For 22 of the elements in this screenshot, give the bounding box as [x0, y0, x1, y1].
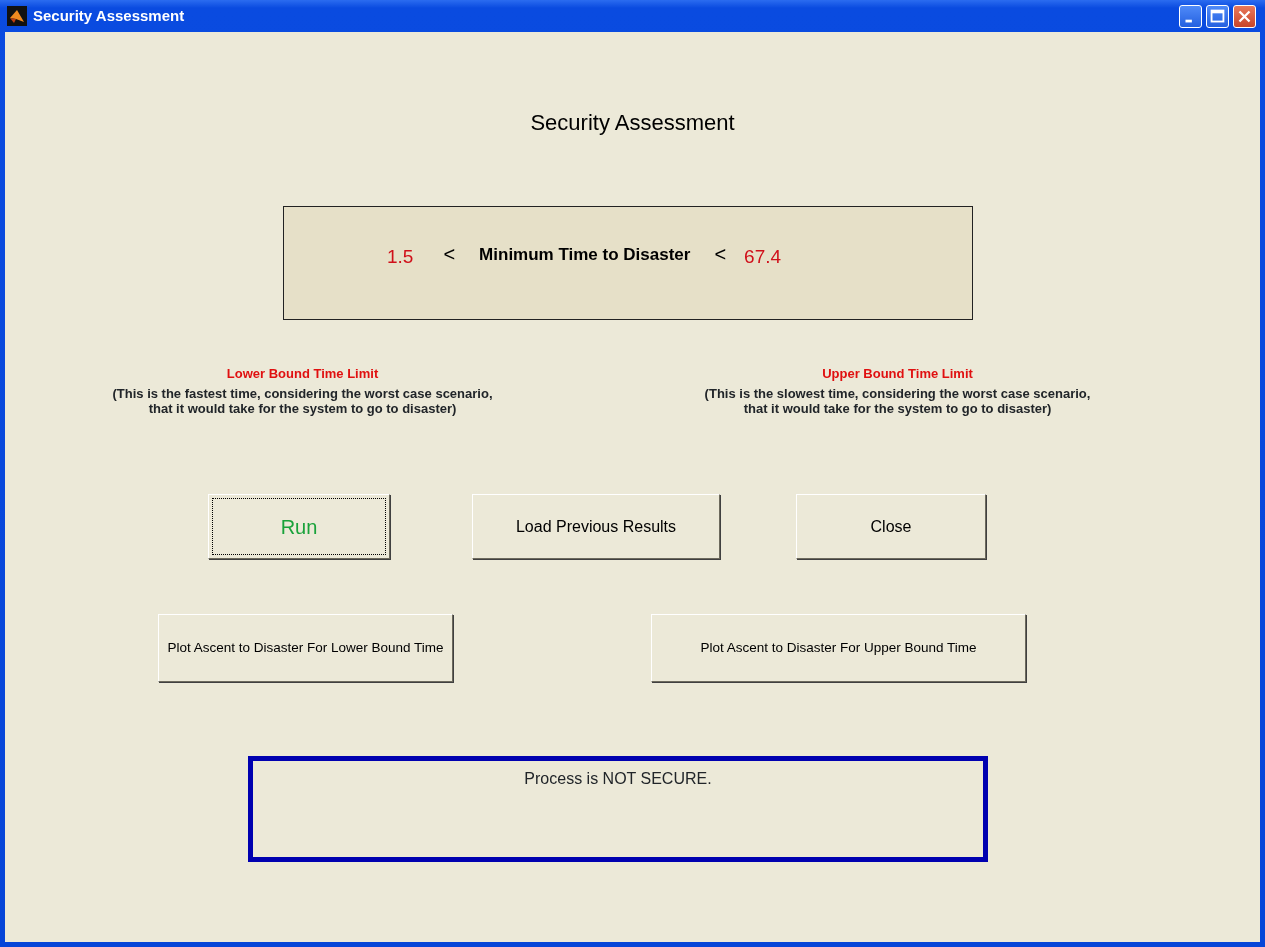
status-message: Process is NOT SECURE. — [524, 770, 712, 787]
bound-description: (This is the fastest time, considering the worst case scenario, — [112, 386, 493, 401]
less-than-sign: < — [443, 243, 456, 265]
window-title: Security Assessment — [33, 5, 185, 26]
bound-description: (This is the slowest time, considering the worst case scenario, — [704, 386, 1091, 401]
less-than-sign: < — [714, 243, 727, 265]
maximize-button[interactable] — [1206, 4, 1229, 28]
app-icon — [7, 6, 27, 26]
plot-button[interactable]: Plot Ascent to Disaster For Lower Bound Time — [158, 614, 453, 682]
action-button[interactable]: Close — [796, 494, 986, 559]
lower-value: 1.5 — [387, 245, 414, 269]
bound-title: Lower Bound Time Limit — [226, 366, 379, 381]
upper-value: 67.4 — [744, 245, 782, 269]
bound-title: Upper Bound Time Limit — [822, 366, 973, 381]
minimize-button[interactable] — [1179, 4, 1202, 28]
action-button[interactable]: Load Previous Results — [472, 494, 720, 559]
bound-description: that it would take for the system to go to disaster) — [148, 401, 457, 416]
close-icon[interactable] — [1233, 4, 1256, 28]
range-label: Minimum Time to Disaster — [479, 244, 691, 266]
plot-button[interactable]: Plot Ascent to Disaster For Upper Bound Time — [651, 614, 1026, 682]
bound-description: that it would take for the system to go to disaster) — [743, 401, 1052, 416]
heading: Security Assessment — [530, 110, 735, 135]
